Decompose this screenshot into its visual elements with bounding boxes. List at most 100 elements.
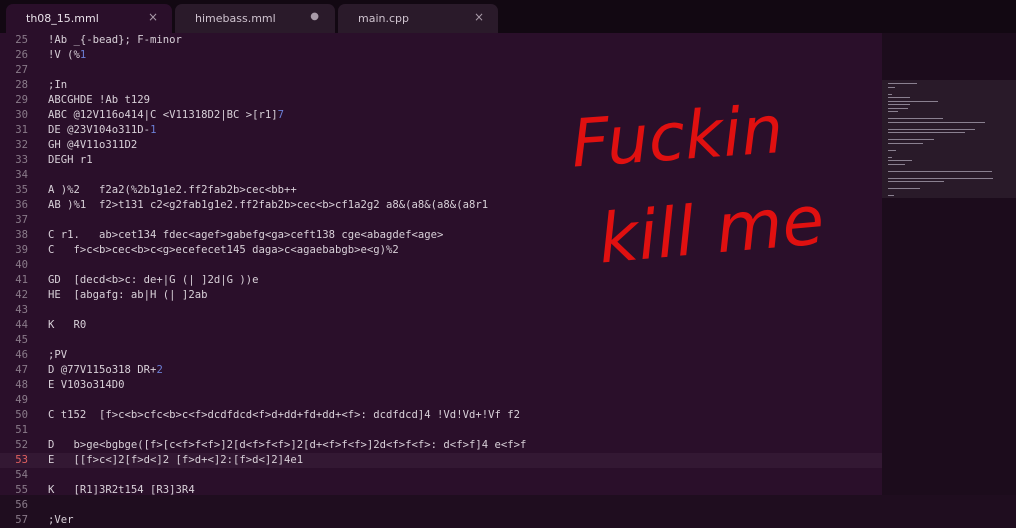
line-number: 25 <box>15 34 28 46</box>
line-text-main: HE [abgafg: ab|H (| ]2ab <box>48 289 208 301</box>
line-text[interactable]: GD [decd<b>c: de+|G (| ]2d|G ))e <box>48 273 258 288</box>
minimap-line <box>888 188 921 189</box>
line-text-main: DE @23V104o311D- <box>48 124 151 136</box>
tab-label: th08_15.mml <box>26 12 99 25</box>
tab-th08-15[interactable]: th08_15.mml × <box>6 4 172 33</box>
line-text[interactable]: ;Ver <box>48 513 74 528</box>
code-line[interactable]: 53 E [[f>c<]2[f>d<]2 [f>d+<]2:[f>d<]2]4e1 <box>0 453 882 468</box>
line-text[interactable]: C r1. ab>cet134 fdec<agef>gabefg<ga>ceft… <box>48 228 443 243</box>
line-text-main: !Ab _{-bead}; F-minor <box>48 34 182 46</box>
close-icon[interactable]: × <box>474 10 484 24</box>
code-line[interactable]: 47 D @77V115o318 DR+2 <box>0 363 882 378</box>
tab-label: himebass.mml <box>195 12 276 25</box>
minimap-line <box>888 139 935 140</box>
line-number: 45 <box>15 334 28 346</box>
minimap-line <box>888 181 944 182</box>
line-text[interactable]: D b>ge<bgbge([f>[c<f>f<f>]2[d<f>f<f>]2[d… <box>48 438 526 453</box>
minimap[interactable] <box>882 33 1016 495</box>
line-text[interactable]: E V103o314D0 <box>48 378 125 393</box>
code-line[interactable]: 26 !V (%1 <box>0 48 882 63</box>
number-token: 1 <box>79 49 87 61</box>
line-number: 26 <box>15 49 28 61</box>
handwriting-line-2: kill me <box>595 181 827 275</box>
minimap-line <box>888 142 923 144</box>
line-number: 41 <box>15 274 28 286</box>
code-line[interactable]: 41 GD [decd<b>c: de+|G (| ]2d|G ))e <box>0 273 882 288</box>
line-number: 49 <box>15 394 28 406</box>
code-line[interactable]: 42 HE [abgafg: ab|H (| ]2ab <box>0 288 882 303</box>
code-line[interactable]: 56 <box>0 498 882 513</box>
line-text-main: DEGH r1 <box>48 154 93 166</box>
line-text[interactable]: K R0 <box>48 318 86 333</box>
line-text-main: ;PV <box>48 349 68 361</box>
code-line[interactable]: 54 <box>0 468 882 483</box>
line-text-main: !V (% <box>48 49 80 61</box>
line-number: 46 <box>15 349 28 361</box>
code-line[interactable]: 25 !Ab _{-bead}; F-minor <box>0 33 882 48</box>
minimap-line <box>888 128 975 130</box>
line-text-main: D b>ge<bgbge([f>[c<f>f<f>]2[d<f>f<f>]2[d… <box>48 439 527 451</box>
line-text[interactable]: DEGH r1 <box>48 153 93 168</box>
code-line[interactable]: 51 <box>0 423 882 438</box>
code-line[interactable]: 45 <box>0 333 882 348</box>
line-text[interactable]: ABCGHDE !Ab t129 <box>48 93 150 108</box>
line-number: 54 <box>15 469 28 481</box>
line-text[interactable]: A )%2 f2a2(%2b1g1e2.ff2fab2b>cec<bb++ <box>48 183 297 198</box>
minimap-line <box>888 83 918 84</box>
code-line[interactable]: 55 K [R1]3R2t154 [R3]3R4 <box>0 483 882 498</box>
number-token: 7 <box>277 109 284 121</box>
line-text[interactable]: E [[f>c<]2[f>d<]2 [f>d+<]2:[f>d<]2]4e1 <box>48 453 303 468</box>
minimap-line <box>888 121 985 123</box>
line-text-main: ABC @12V116o414|C <V11318D2|BC >[r1] <box>48 109 278 121</box>
code-line[interactable]: 43 <box>0 303 882 318</box>
line-number: 34 <box>15 169 28 181</box>
line-number: 43 <box>15 304 28 316</box>
code-line[interactable]: 49 <box>0 393 882 408</box>
line-number: 30 <box>15 109 28 121</box>
line-text-main: A )%2 f2a2(%2b1g1e2.ff2fab2b>cec<bb++ <box>48 184 297 196</box>
tab-main-cpp[interactable]: main.cpp × <box>338 4 498 33</box>
line-number: 52 <box>15 439 28 451</box>
line-number: 47 <box>15 364 28 376</box>
line-number: 37 <box>15 214 28 226</box>
code-line[interactable]: 44 K R0 <box>0 318 882 333</box>
code-line[interactable]: 50 C t152 [f>c<b>cfc<b>c<f>dcdfdcd<f>d+dd… <box>0 408 882 423</box>
code-line[interactable]: 57 ;Ver <box>0 513 882 528</box>
line-text[interactable]: C t152 [f>c<b>cfc<b>c<f>dcdfdcd<f>d+dd+f… <box>48 408 520 423</box>
line-text-main: C t152 [f>c<b>cfc<b>c<f>dcdfdcd<f>d+dd+f… <box>48 409 520 421</box>
line-text[interactable]: ABC @12V116o414|C <V11318D2|BC >[r1]7 <box>48 108 284 123</box>
line-number: 53 <box>15 454 28 466</box>
close-icon[interactable]: × <box>148 10 158 24</box>
line-text[interactable]: D @77V115o318 DR+2 <box>48 363 163 378</box>
line-number: 56 <box>15 499 28 511</box>
line-number: 36 <box>15 199 28 211</box>
minimap-line <box>888 170 992 172</box>
line-text-main: C r1. ab>cet134 fdec<agef>gabefg<ga>ceft… <box>48 229 444 241</box>
unsaved-dot-icon[interactable]: ● <box>310 11 319 22</box>
line-text-main: C f>c<b>cec<b>c<g>ecefecet145 daga>c<aga… <box>48 244 399 256</box>
line-text[interactable]: !Ab _{-bead}; F-minor <box>48 33 182 48</box>
code-line[interactable]: 52 D b>ge<bgbge([f>[c<f>f<f>]2[d<f>f<f>]2… <box>0 438 882 453</box>
minimap-line <box>888 104 911 105</box>
minimap-line <box>888 107 908 109</box>
line-text[interactable]: K [R1]3R2t154 [R3]3R4 <box>48 483 195 498</box>
line-text[interactable]: !V (%1 <box>48 48 86 63</box>
line-text[interactable]: ;In <box>48 78 67 93</box>
line-text[interactable]: HE [abgafg: ab|H (| ]2ab <box>48 288 207 303</box>
code-line[interactable]: 27 <box>0 63 882 78</box>
line-number: 29 <box>15 94 28 106</box>
line-number: 33 <box>15 154 28 166</box>
tab-himebass[interactable]: himebass.mml ● <box>175 4 335 33</box>
line-text-main: GH @4V11o311D2 <box>48 139 138 151</box>
line-text[interactable]: AB )%1 f2>t131 c2<g2fab1g1e2.ff2fab2b>ce… <box>48 198 488 213</box>
line-text[interactable]: GH @4V11o311D2 <box>48 138 137 153</box>
code-line[interactable]: 46 ;PV <box>0 348 882 363</box>
line-text-main: ;In <box>48 79 68 91</box>
code-line[interactable]: 48 E V103o314D0 <box>0 378 882 393</box>
line-text-main: K [R1]3R2t154 [R3]3R4 <box>48 484 195 496</box>
line-text-main: E V103o314D0 <box>48 379 125 391</box>
line-number: 35 <box>15 184 28 196</box>
line-text[interactable]: DE @23V104o311D-1 <box>48 123 156 138</box>
line-text[interactable]: ;PV <box>48 348 67 363</box>
line-text[interactable]: C f>c<b>cec<b>c<g>ecefecet145 daga>c<aga… <box>48 243 399 258</box>
